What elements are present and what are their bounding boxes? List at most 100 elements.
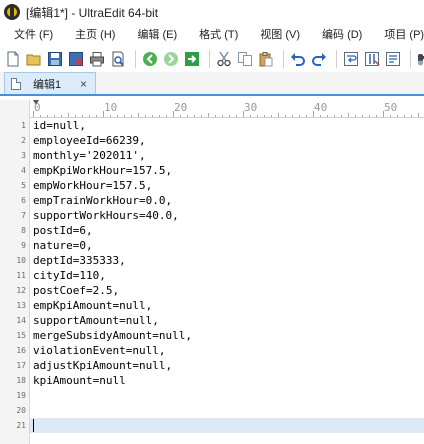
- editor-line[interactable]: postCoef=2.5,: [30, 283, 424, 298]
- editor-line[interactable]: mergeSubsidyAmount=null,: [30, 328, 424, 343]
- line-number: 15: [16, 331, 26, 340]
- editor-line[interactable]: supportAmount=null,: [30, 313, 424, 328]
- line-number: 17: [16, 361, 26, 370]
- menu-item[interactable]: 主页 (H): [61, 24, 123, 46]
- close-tab-icon[interactable]: ×: [80, 77, 87, 91]
- editor-line[interactable]: monthly='202011',: [30, 148, 424, 163]
- ruler-tick: [117, 115, 118, 117]
- ruler-tick: [40, 115, 41, 117]
- redo-icon[interactable]: [310, 50, 328, 68]
- print-preview-icon[interactable]: [109, 50, 127, 68]
- line-number: 6: [21, 196, 26, 205]
- line-number: 3: [21, 151, 26, 160]
- line-text: supportWorkHours=40.0,: [33, 209, 179, 222]
- hex-mode-icon[interactable]: [384, 50, 402, 68]
- ruler-label: 50: [384, 101, 398, 114]
- text-editor[interactable]: id=null, employeeId=66239, monthly='202011…: [30, 118, 424, 444]
- ruler-tick: [96, 115, 97, 117]
- paste-icon[interactable]: [257, 50, 275, 68]
- ruler-tick: [152, 115, 153, 117]
- ruler-tick: [397, 115, 398, 117]
- ruler-tick: [201, 115, 202, 117]
- menu-item[interactable]: 编辑 (E): [123, 24, 185, 46]
- ruler-tick: [285, 115, 286, 117]
- close-file-icon[interactable]: [67, 50, 85, 68]
- line-text: postId=6,: [33, 224, 93, 237]
- ruler-tick: [292, 115, 293, 117]
- editor-line[interactable]: [30, 403, 424, 418]
- column-mode-icon[interactable]: [363, 50, 381, 68]
- document-tab[interactable]: 编辑1 ×: [4, 72, 96, 94]
- find-icon[interactable]: [416, 50, 424, 68]
- line-number: 14: [16, 316, 26, 325]
- editor-line[interactable]: empKpiAmount=null,: [30, 298, 424, 313]
- toolbar-separator: [209, 50, 210, 68]
- ruler-tick: [299, 115, 300, 117]
- copy-icon[interactable]: [236, 50, 254, 68]
- text-cursor: [33, 419, 34, 432]
- editor-line[interactable]: adjustKpiAmount=null,: [30, 358, 424, 373]
- menu-item[interactable]: 编码 (D): [308, 24, 370, 46]
- editor-line[interactable]: violationEvent=null,: [30, 343, 424, 358]
- line-number: 16: [16, 346, 26, 355]
- editor-line[interactable]: deptId=335333,: [30, 253, 424, 268]
- word-wrap-icon[interactable]: [342, 50, 360, 68]
- print-icon[interactable]: [88, 50, 106, 68]
- editor-line[interactable]: employeeId=66239,: [30, 133, 424, 148]
- line-text: nature=0,: [33, 239, 93, 252]
- toolbar-separator: [410, 50, 411, 68]
- editor-line[interactable]: supportWorkHours=40.0,: [30, 208, 424, 223]
- document-icon: [11, 77, 21, 90]
- editor-line[interactable]: [30, 418, 424, 433]
- ruler-tick: [75, 115, 76, 117]
- editor-line[interactable]: empTrainWorkHour=0.0,: [30, 193, 424, 208]
- editor-line[interactable]: nature=0,: [30, 238, 424, 253]
- ruler-tick: [124, 115, 125, 117]
- menu-item[interactable]: 文件 (F): [0, 24, 61, 46]
- ruler-tick: [82, 115, 83, 117]
- ruler-tick: [236, 115, 237, 117]
- ruler-tick: [250, 115, 251, 117]
- line-text: mergeSubsidyAmount=null,: [33, 329, 192, 342]
- editor-line[interactable]: postId=6,: [30, 223, 424, 238]
- menu-item[interactable]: 格式 (T): [185, 24, 246, 46]
- menu-item[interactable]: 项目 (P): [370, 24, 424, 46]
- forward-icon[interactable]: [162, 50, 180, 68]
- editor-line[interactable]: id=null,: [30, 118, 424, 133]
- menu-item[interactable]: 视图 (V): [246, 24, 308, 46]
- line-text: supportAmount=null,: [33, 314, 159, 327]
- line-number-gutter: 1 2 3 4 5 6 7 8 9 10 11 12 13 14 15 16 17 18 19 20 21: [0, 100, 30, 444]
- title-bar: [编辑1*] - UltraEdit 64-bit: [0, 0, 424, 24]
- ruler-label: 10: [104, 101, 118, 114]
- undo-icon[interactable]: [289, 50, 307, 68]
- toolbar-separator: [283, 50, 284, 68]
- back-icon[interactable]: [141, 50, 159, 68]
- ruler-tick: [390, 115, 391, 117]
- line-number: 9: [21, 241, 26, 250]
- line-number: 12: [16, 286, 26, 295]
- ruler-tick: [411, 115, 412, 117]
- line-number: 18: [16, 376, 26, 385]
- editor-line[interactable]: empWorkHour=157.5,: [30, 178, 424, 193]
- ruler-label: 20: [174, 101, 188, 114]
- ruler-tick: [194, 115, 195, 117]
- editor-line[interactable]: cityId=110,: [30, 268, 424, 283]
- editor-line[interactable]: kpiAmount=null: [30, 373, 424, 388]
- line-text: postCoef=2.5,: [33, 284, 120, 297]
- ruler-tick: [271, 115, 272, 117]
- ruler-tick: [61, 115, 62, 117]
- new-file-icon[interactable]: [4, 50, 22, 68]
- line-number: 2: [21, 136, 26, 145]
- cut-icon[interactable]: [215, 50, 233, 68]
- open-folder-icon[interactable]: [25, 50, 43, 68]
- line-text: [30, 389, 33, 402]
- ruler-tick: [327, 115, 328, 117]
- save-icon[interactable]: [46, 50, 64, 68]
- line-number: 19: [16, 391, 26, 400]
- goto-icon[interactable]: [183, 50, 201, 68]
- ruler-tick: [222, 115, 223, 117]
- ruler-tick: [257, 115, 258, 117]
- line-text: deptId=335333,: [33, 254, 126, 267]
- editor-line[interactable]: [30, 388, 424, 403]
- editor-line[interactable]: empKpiWorkHour=157.5,: [30, 163, 424, 178]
